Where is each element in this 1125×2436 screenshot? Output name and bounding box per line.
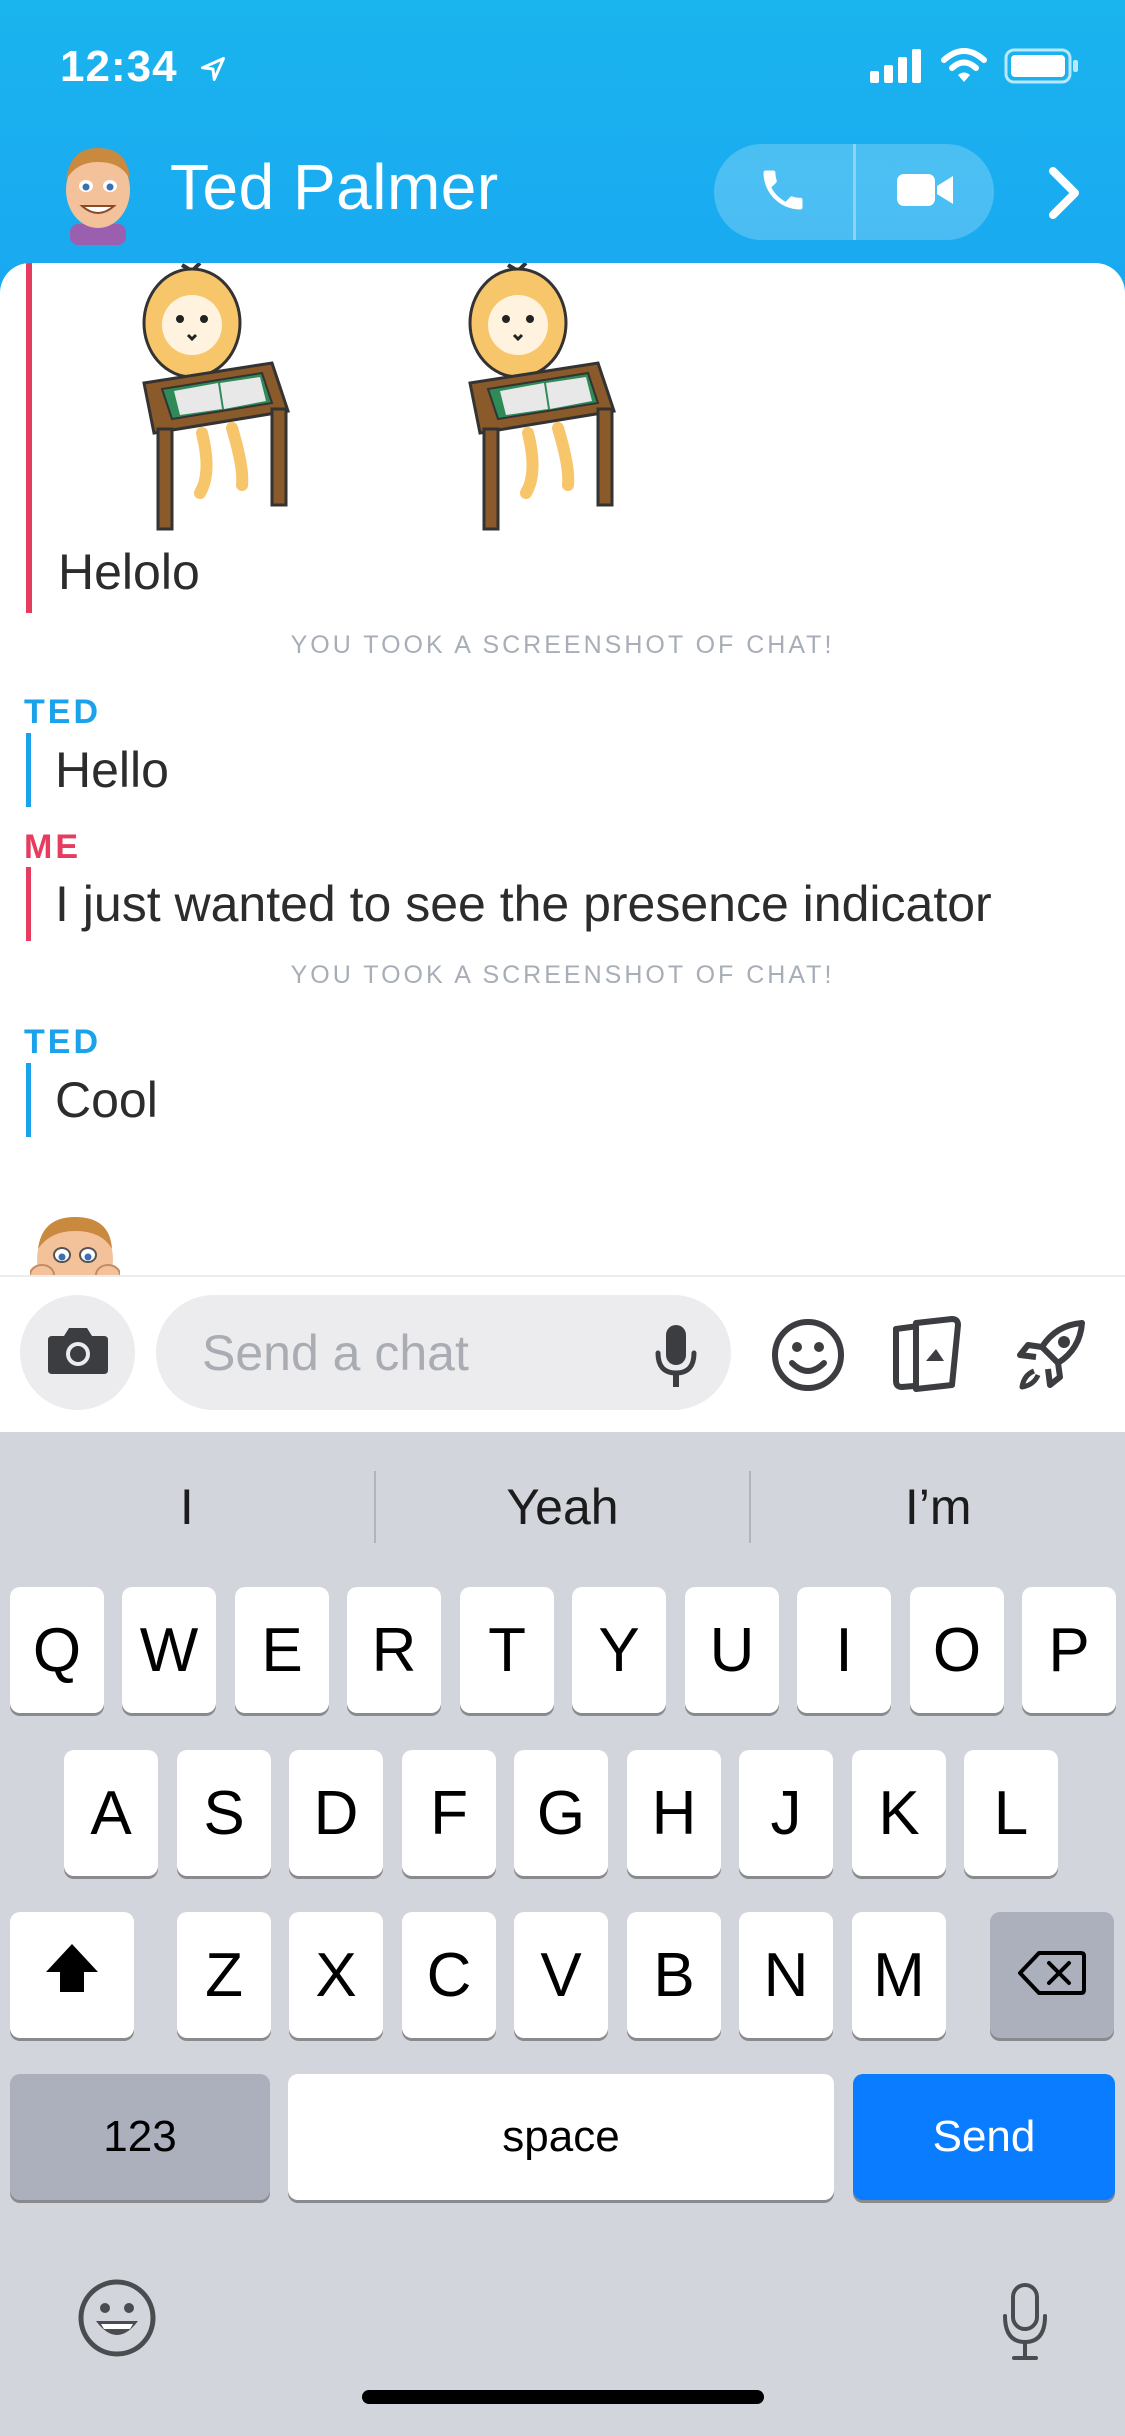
battery-icon — [1004, 48, 1080, 89]
chat-input-bar — [0, 1275, 1125, 1432]
key-w[interactable]: W — [122, 1587, 216, 1713]
status-icons — [870, 48, 1080, 89]
message-ted[interactable]: Cool — [26, 1063, 158, 1137]
voice-call-button[interactable] — [714, 144, 853, 240]
key-i[interactable]: I — [797, 1587, 891, 1713]
key-h[interactable]: H — [627, 1750, 721, 1876]
suggestion-item[interactable]: I — [0, 1472, 374, 1542]
status-time-text: 12:34 — [60, 42, 178, 91]
signal-icon — [870, 49, 924, 88]
key-k[interactable]: K — [852, 1750, 946, 1876]
key-m[interactable]: M — [852, 1912, 946, 2038]
suggestion-item[interactable]: Yeah — [376, 1472, 750, 1542]
key-s[interactable]: S — [177, 1750, 271, 1876]
contact-name[interactable]: Ted Palmer — [170, 150, 499, 224]
emoji-keyboard-icon[interactable] — [76, 2277, 158, 2359]
stickers-icon[interactable] — [886, 1315, 966, 1395]
camera-icon — [46, 1324, 110, 1381]
key-z[interactable]: Z — [177, 1912, 271, 2038]
backspace-key[interactable] — [990, 1912, 1114, 2038]
shift-icon — [42, 1940, 102, 2011]
key-v[interactable]: V — [514, 1912, 608, 2038]
video-camera-icon — [895, 170, 955, 215]
chat-input-container — [156, 1295, 731, 1410]
screenshot-notice: YOU TOOK A SCREENSHOT OF CHAT! — [290, 631, 835, 659]
key-o[interactable]: O — [910, 1587, 1004, 1713]
key-j[interactable]: J — [739, 1750, 833, 1876]
phone-icon — [757, 164, 809, 221]
key-y[interactable]: Y — [572, 1587, 666, 1713]
chat-thread[interactable]: Helolo YOU TOOK A SCREENSHOT OF CHAT! TE… — [0, 263, 1125, 1275]
key-d[interactable]: D — [289, 1750, 383, 1876]
camera-button[interactable] — [20, 1295, 135, 1410]
status-bar: 12:34 — [0, 0, 1125, 140]
key-c[interactable]: C — [402, 1912, 496, 2038]
sticker-caption[interactable]: Helolo — [58, 543, 200, 601]
wifi-icon — [940, 48, 988, 89]
chat-input[interactable] — [202, 1323, 632, 1383]
key-a[interactable]: A — [64, 1750, 158, 1876]
key-g[interactable]: G — [514, 1750, 608, 1876]
presence-indicator-avatar — [29, 1211, 121, 1275]
message-ted[interactable]: Hello — [26, 733, 169, 807]
rocket-icon[interactable] — [1012, 1315, 1092, 1395]
sender-label-ted: TED — [24, 1023, 101, 1061]
key-q[interactable]: Q — [10, 1587, 104, 1713]
message-text: Cool — [55, 1072, 158, 1128]
home-indicator[interactable] — [362, 2390, 764, 2404]
sticker-image[interactable] — [448, 263, 628, 533]
location-arrow-icon — [199, 44, 227, 94]
message-text: Hello — [55, 742, 169, 798]
smiley-icon[interactable] — [768, 1315, 848, 1395]
chevron-right-icon[interactable] — [1045, 165, 1085, 221]
status-time: 12:34 — [60, 42, 227, 94]
sender-label-ted: TED — [24, 693, 101, 731]
key-r[interactable]: R — [347, 1587, 441, 1713]
key-x[interactable]: X — [289, 1912, 383, 2038]
key-e[interactable]: E — [235, 1587, 329, 1713]
key-b[interactable]: B — [627, 1912, 721, 2038]
key-p[interactable]: P — [1022, 1587, 1116, 1713]
keyboard: I Yeah I’m Q W E R T Y U I O P A S D F G… — [0, 1432, 1125, 2436]
key-n[interactable]: N — [739, 1912, 833, 2038]
key-l[interactable]: L — [964, 1750, 1058, 1876]
chat-header: 12:34 Ted Palmer — [0, 0, 1125, 300]
key-u[interactable]: U — [685, 1587, 779, 1713]
sticker-image[interactable] — [122, 263, 302, 533]
video-call-button[interactable] — [856, 144, 995, 240]
message-text: I just wanted to see the presence indica… — [55, 876, 992, 932]
sender-label-me: ME — [24, 828, 81, 866]
space-key[interactable]: space — [288, 2074, 834, 2200]
shift-key[interactable] — [10, 1912, 134, 2038]
numbers-key[interactable]: 123 — [10, 2074, 270, 2200]
key-f[interactable]: F — [402, 1750, 496, 1876]
call-controls — [714, 144, 994, 240]
dictation-microphone-icon[interactable] — [1000, 2282, 1050, 2362]
message-me[interactable]: I just wanted to see the presence indica… — [26, 867, 992, 941]
sticker-message: Helolo — [26, 263, 616, 613]
screenshot-notice: YOU TOOK A SCREENSHOT OF CHAT! — [290, 961, 835, 989]
key-t[interactable]: T — [460, 1587, 554, 1713]
send-key[interactable]: Send — [853, 2074, 1115, 2200]
predictive-bar: I Yeah I’m — [0, 1432, 1125, 1582]
suggestion-item[interactable]: I’m — [751, 1472, 1125, 1542]
avatar[interactable] — [52, 140, 144, 245]
backspace-icon — [1017, 1940, 1087, 2011]
microphone-icon[interactable] — [646, 1323, 706, 1389]
